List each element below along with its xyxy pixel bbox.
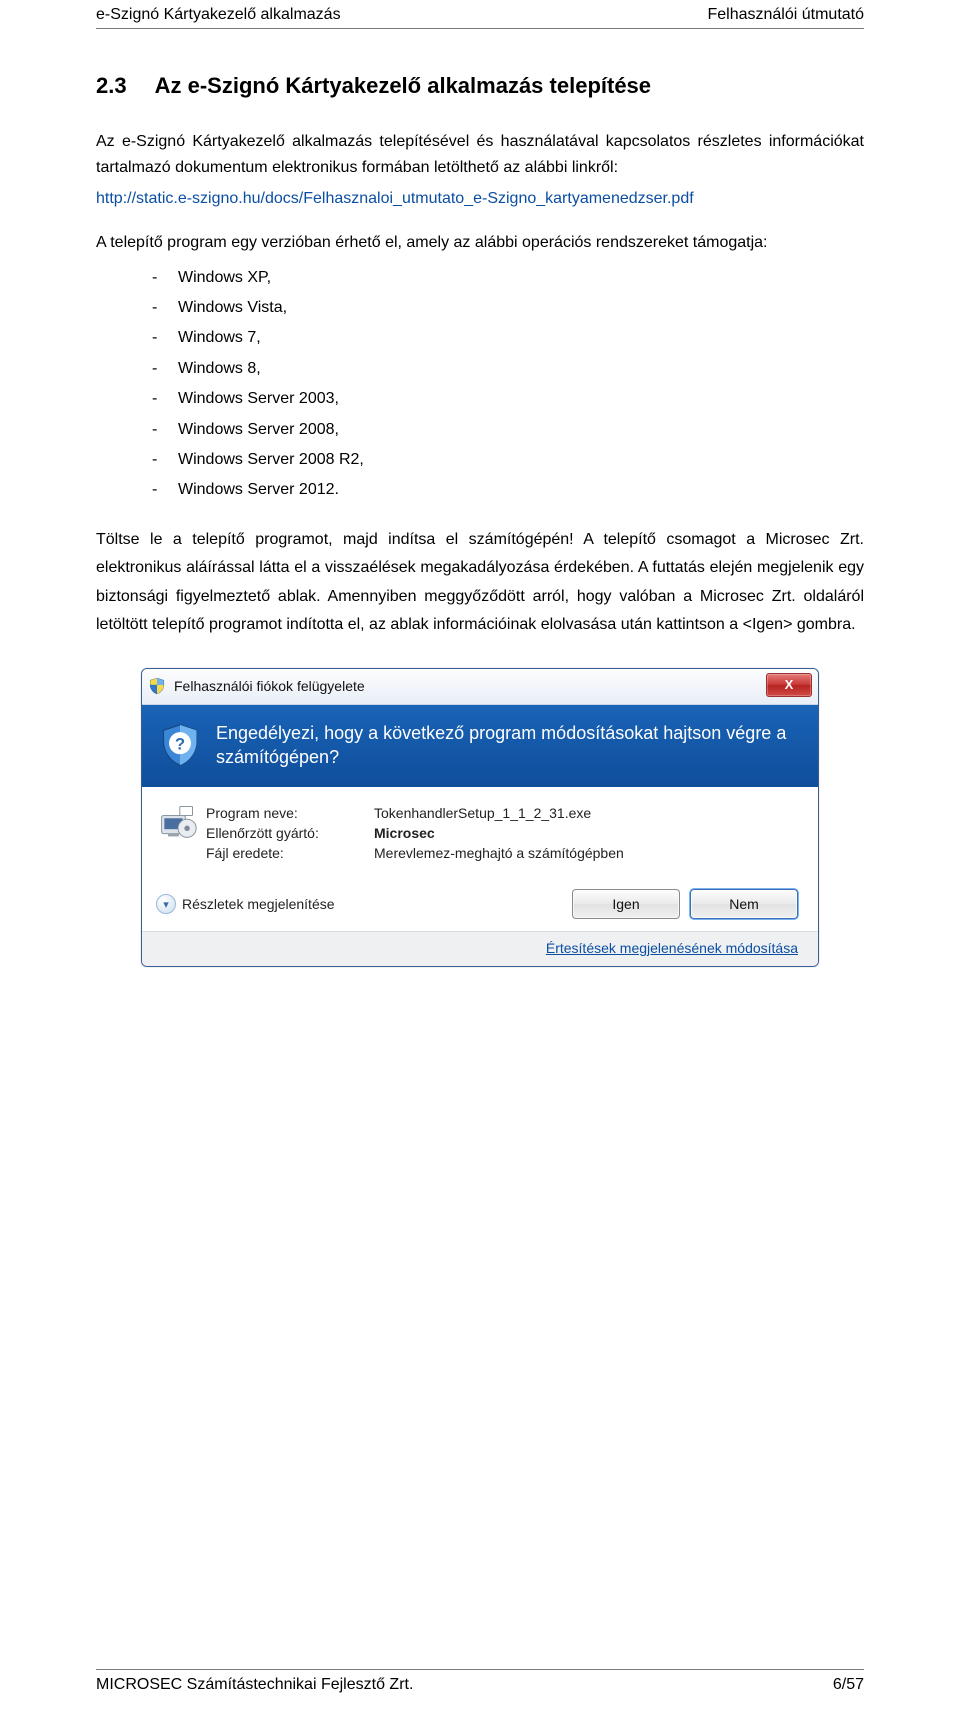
os-list: -Windows XP, -Windows Vista, -Windows 7,… [152,263,864,506]
file-origin-label: Fájl eredete: [206,845,374,861]
change-notification-settings-link[interactable]: Értesítések megjelenésének módosítása [546,940,798,956]
os-item-label: Windows 8, [178,360,261,377]
uac-question-text: Engedélyezi, hogy a következő program mó… [216,721,800,770]
no-button-label: Nem [729,896,759,912]
yes-button[interactable]: Igen [572,889,680,919]
header-divider [96,28,864,29]
list-item: -Windows Vista, [152,293,864,323]
section-number: 2.3 [96,73,127,99]
uac-body: Program neve: TokenhandlerSetup_1_1_2_31… [142,787,818,875]
uac-dialog: Felhasználói fiókok felügyelete X ? Enge… [141,668,819,968]
os-item-label: Windows Server 2008 R2, [178,451,364,468]
program-name-label: Program neve: [206,805,374,821]
os-item-label: Windows Vista, [178,299,287,316]
list-item: -Windows Server 2003, [152,384,864,414]
file-origin-value: Merevlemez-meghajtó a számítógépben [374,845,624,861]
close-icon: X [785,677,794,692]
shield-question-icon: ? [158,723,202,767]
list-item: -Windows Server 2012. [152,475,864,505]
page-number: 6/57 [833,1676,864,1694]
uac-footer: Értesítések megjelenésének módosítása [142,931,818,966]
footer-divider [96,1669,864,1670]
uac-actions-row: ▾ Részletek megjelenítése Igen Nem [142,875,818,931]
verified-publisher-label: Ellenőrzött gyártó: [206,825,374,841]
close-button[interactable]: X [766,673,812,697]
verified-publisher-value: Microsec [374,825,435,841]
download-link-paragraph: http://static.e-szigno.hu/docs/Felhaszna… [96,186,864,212]
show-details-label: Részletek megjelenítése [182,896,335,912]
list-item: -Windows Server 2008, [152,415,864,445]
os-item-label: Windows XP, [178,269,271,286]
list-item: -Windows XP, [152,263,864,293]
show-details-toggle[interactable]: ▾ Részletek megjelenítése [156,894,335,914]
chevron-down-icon: ▾ [156,894,176,914]
intro-paragraph: Az e-Szignó Kártyakezelő alkalmazás tele… [96,129,864,182]
uac-row-origin: Fájl eredete: Merevlemez-meghajtó a szám… [206,845,798,861]
program-name-value: TokenhandlerSetup_1_1_2_31.exe [374,805,591,821]
os-item-label: Windows Server 2003, [178,390,339,407]
svg-text:?: ? [175,735,185,753]
list-item: -Windows 7, [152,323,864,353]
os-item-label: Windows 7, [178,329,261,346]
instruction-paragraph: Töltse le a telepítő programot, majd ind… [96,526,864,640]
uac-row-publisher: Ellenőrzött gyártó: Microsec [206,825,798,841]
uac-question-banner: ? Engedélyezi, hogy a következő program … [142,705,818,788]
header-left: e-Szignó Kártyakezelő alkalmazás [96,6,341,24]
os-item-label: Windows Server 2012. [178,481,339,498]
section-heading: 2.3 Az e-Szignó Kártyakezelő alkalmazás t… [96,73,864,99]
uac-title-text: Felhasználói fiókok felügyelete [174,678,365,694]
uac-titlebar: Felhasználói fiókok felügyelete X [142,669,818,705]
uac-row-program: Program neve: TokenhandlerSetup_1_1_2_31… [206,805,798,821]
installer-icon [158,801,198,841]
list-item: -Windows 8, [152,354,864,384]
header-right: Felhasználói útmutató [707,6,864,24]
footer-company: MICROSEC Számítástechnikai Fejlesztő Zrt… [96,1676,413,1694]
yes-button-label: Igen [612,896,639,912]
os-lead-paragraph: A telepítő program egy verzióban érhető … [96,230,864,256]
shield-small-icon [148,677,166,695]
os-item-label: Windows Server 2008, [178,421,339,438]
section-title-text: Az e-Szignó Kártyakezelő alkalmazás tele… [155,73,651,98]
list-item: -Windows Server 2008 R2, [152,445,864,475]
pdf-link[interactable]: http://static.e-szigno.hu/docs/Felhaszna… [96,190,694,207]
no-button[interactable]: Nem [690,889,798,919]
